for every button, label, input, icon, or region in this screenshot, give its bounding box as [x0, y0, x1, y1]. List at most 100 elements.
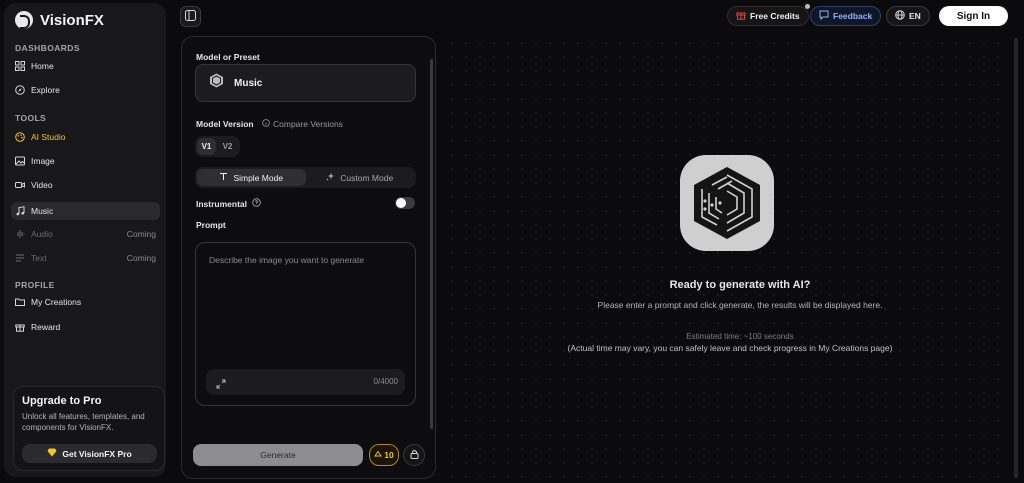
upgrade-title: Upgrade to Pro: [22, 395, 102, 407]
instrumental-label: Instrumental: [196, 198, 248, 209]
credit-cost-badge: 10: [369, 444, 399, 466]
panel-scrollbar[interactable]: [430, 59, 433, 429]
sidebar-item-music[interactable]: Music: [11, 202, 160, 220]
simple-mode-tab[interactable]: Simple Mode: [197, 169, 306, 186]
character-count: 0/4000: [373, 377, 398, 386]
coming-badge: Coming: [126, 253, 156, 263]
video-camera-icon: [15, 180, 25, 190]
ai-chip-icon: [680, 155, 774, 251]
version-v2-button[interactable]: V2: [218, 138, 237, 155]
language-selector[interactable]: EN: [886, 6, 930, 26]
model-preset-selector[interactable]: Music: [195, 64, 416, 102]
free-credits-label: Free Credits: [750, 11, 800, 21]
instrumental-toggle[interactable]: [395, 197, 415, 209]
sidebar-item-home[interactable]: Home: [11, 57, 160, 75]
upgrade-card: Upgrade to Pro Unlock all features, temp…: [13, 386, 165, 471]
brand[interactable]: VisionFX: [15, 11, 104, 29]
prompt-label: Prompt: [196, 220, 226, 230]
sidebar-item-video[interactable]: Video: [11, 176, 160, 194]
tools-section-label: TOOLS: [15, 113, 47, 123]
waveform-icon: [15, 229, 25, 239]
feedback-button[interactable]: Feedback: [810, 6, 882, 26]
sidebar-item-image[interactable]: Image: [11, 152, 160, 170]
text-t-icon: [219, 172, 228, 183]
lock-icon: [410, 446, 419, 464]
simple-mode-label: Simple Mode: [233, 172, 284, 183]
mode-toggle: Simple Mode Custom Mode: [195, 167, 416, 188]
app-root: VisionFX DASHBOARDS Home Explore TOOLS A…: [0, 0, 1024, 483]
compare-versions-label: Compare Versions: [273, 119, 343, 129]
feedback-label: Feedback: [833, 11, 873, 21]
get-pro-label: Get VisionFX Pro: [62, 448, 132, 459]
generation-panel: Model or Preset Music Model Version Comp…: [181, 36, 436, 479]
sidebar-item-my-creations[interactable]: My Creations: [11, 293, 160, 311]
grid-icon: [15, 61, 25, 71]
sidebar-item-audio: Audio Coming: [11, 225, 160, 243]
sidebar-item-label: My Creations: [31, 297, 82, 307]
generate-button[interactable]: Generate: [193, 444, 363, 466]
music-model-icon: [209, 73, 224, 93]
sparkles-icon: [326, 172, 335, 183]
get-pro-button[interactable]: Get VisionFX Pro: [22, 444, 157, 463]
prompt-toolbar: 0/4000: [206, 369, 405, 395]
palette-icon: [15, 132, 25, 142]
sidebar-toggle-button[interactable]: [180, 6, 201, 27]
coming-badge: Coming: [126, 229, 156, 239]
panel-left-icon: [185, 8, 196, 26]
diamond-icon: [47, 448, 57, 459]
credit-cost-value: 10: [384, 450, 394, 460]
profile-section-label: PROFILE: [15, 280, 55, 290]
sidebar-item-label: Explore: [31, 85, 60, 95]
notification-dot: [804, 4, 810, 9]
lock-button[interactable]: [403, 444, 425, 466]
visionfx-logo-icon: [15, 11, 33, 29]
estimated-time: Estimated time: ~100 seconds: [686, 332, 794, 341]
sidebar-item-reward[interactable]: Reward: [11, 318, 160, 336]
chat-bubble-icon: [819, 10, 829, 22]
sign-in-button[interactable]: Sign In: [939, 6, 1008, 26]
custom-mode-label: Custom Mode: [340, 172, 394, 183]
compass-icon: [15, 85, 25, 95]
expand-icon[interactable]: [216, 376, 226, 394]
text-lines-icon: [15, 253, 25, 263]
brand-name: VisionFX: [40, 11, 104, 29]
globe-icon: [895, 10, 905, 22]
custom-mode-tab[interactable]: Custom Mode: [306, 169, 415, 186]
ready-description: Please enter a prompt and click generate…: [597, 300, 883, 310]
sidebar-item-label: AI Studio: [31, 132, 66, 142]
prompt-input[interactable]: Describe the image you want to generate …: [195, 242, 416, 406]
credits-icon: [374, 450, 383, 460]
folder-icon: [15, 297, 25, 307]
image-icon: [15, 156, 25, 166]
model-label: Model or Preset: [196, 52, 260, 62]
sidebar-item-label: Home: [31, 61, 54, 71]
sidebar-item-explore[interactable]: Explore: [11, 81, 160, 99]
language-label: EN: [909, 11, 921, 21]
prompt-placeholder: Describe the image you want to generate: [209, 255, 364, 265]
free-credits-button[interactable]: Free Credits: [727, 4, 810, 26]
page-scrollbar[interactable]: [1014, 38, 1018, 478]
sidebar-item-text: Text Coming: [11, 249, 160, 267]
version-toggle: V1 V2: [195, 136, 240, 157]
model-version-label: Model Version: [196, 119, 254, 129]
sidebar-item-label: Image: [31, 156, 55, 166]
version-v1-button[interactable]: V1: [197, 138, 216, 155]
compare-versions-link[interactable]: Compare Versions: [262, 119, 343, 129]
gift-icon: [736, 10, 746, 22]
music-note-icon: [15, 206, 25, 216]
progress-note: (Actual time may vary, you can safely le…: [567, 343, 893, 353]
info-icon: [262, 119, 270, 129]
sidebar-item-ai-studio[interactable]: AI Studio: [11, 128, 160, 146]
sidebar-item-label: Reward: [31, 322, 61, 332]
help-circle-icon[interactable]: [252, 198, 261, 209]
instrumental-row: Instrumental: [196, 198, 261, 209]
upgrade-description: Unlock all features, templates, and comp…: [22, 412, 145, 432]
sidebar-item-label: Text: [31, 253, 47, 263]
preset-name: Music: [234, 77, 263, 89]
gift-icon: [15, 322, 25, 332]
dashboards-section-label: DASHBOARDS: [15, 43, 80, 53]
sidebar-item-label: Music: [31, 206, 54, 216]
sidebar: VisionFX DASHBOARDS Home Explore TOOLS A…: [4, 3, 166, 477]
sidebar-item-label: Audio: [31, 229, 53, 239]
ready-heading: Ready to generate with AI?: [669, 279, 811, 291]
